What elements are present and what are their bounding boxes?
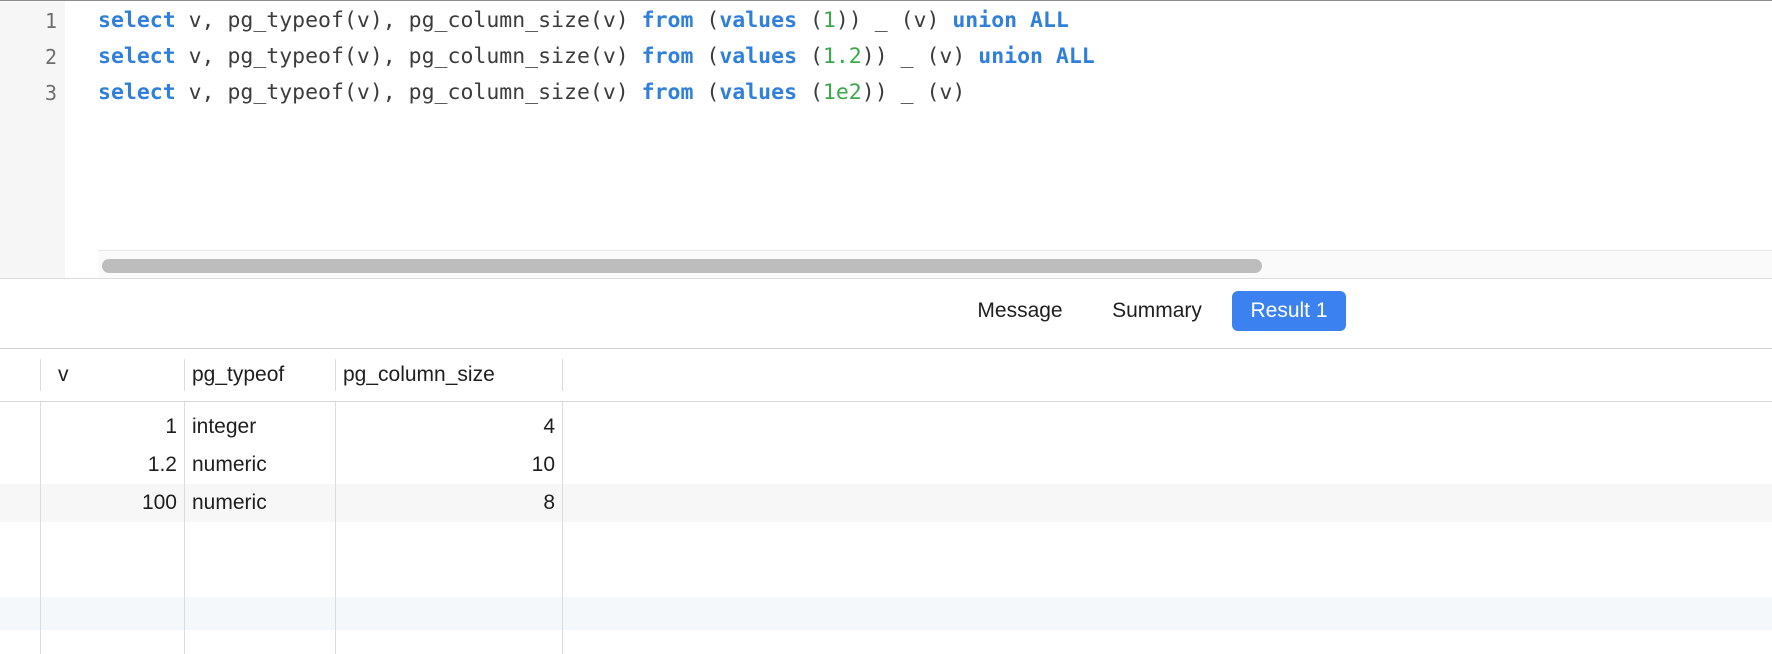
cell-pg-typeof[interactable]: numeric (185, 446, 335, 484)
cell-pg-column-size[interactable]: 4 (336, 408, 562, 446)
sql-keyword: select (98, 80, 176, 105)
cell-v[interactable]: 1.2 (41, 446, 184, 484)
cell-pg-column-size[interactable]: 10 (336, 446, 562, 484)
result-grid: v pg_typeof pg_column_size 1 integer 4 1… (0, 349, 1772, 654)
cell-v[interactable]: 1 (41, 408, 184, 446)
column-header-v[interactable]: v (51, 359, 181, 391)
column-gridline (335, 402, 336, 654)
sql-text: ( (797, 8, 823, 33)
grid-header: v pg_typeof pg_column_size (0, 349, 1772, 402)
sql-text: ( (693, 8, 720, 33)
sql-keyword: values (719, 8, 798, 33)
sql-text: )) _ (v) (835, 8, 953, 33)
tab-message[interactable]: Message (960, 291, 1080, 331)
cell-pg-typeof[interactable]: numeric (185, 484, 335, 522)
horizontal-scrollbar[interactable] (98, 250, 1772, 279)
sql-keyword: values (719, 44, 798, 69)
sql-keyword: from (641, 8, 694, 33)
code-line[interactable]: select v, pg_typeof(v), pg_column_size(v… (98, 39, 1095, 75)
sql-text: ( (797, 44, 823, 69)
column-divider[interactable] (562, 359, 563, 391)
line-number: 1 (44, 9, 57, 33)
code-line[interactable]: select v, pg_typeof(v), pg_column_size(v… (98, 3, 1069, 39)
sql-text: )) _ (v) (861, 80, 966, 105)
sql-text: ( (693, 80, 720, 105)
column-gridline (562, 402, 563, 654)
sql-number-literal: 1 (822, 8, 836, 33)
table-row[interactable]: 100 numeric 8 (0, 484, 1772, 522)
sql-client-window: 1 2 3 select v, pg_typeof(v), pg_column_… (0, 0, 1772, 654)
result-tabs-bar: Message Summary Result 1 (0, 278, 1772, 349)
column-gridline (184, 402, 185, 654)
code-line[interactable]: select v, pg_typeof(v), pg_column_size(v… (98, 75, 965, 111)
sql-editor[interactable]: 1 2 3 select v, pg_typeof(v), pg_column_… (0, 0, 1772, 279)
sql-keyword: values (719, 80, 798, 105)
line-number: 2 (44, 45, 57, 69)
table-row[interactable]: 1.2 numeric 10 (0, 446, 1772, 484)
tab-summary[interactable]: Summary (1098, 291, 1216, 331)
sql-text: )) _ (v) (861, 44, 979, 69)
sql-keyword: select (98, 8, 176, 33)
line-number: 3 (44, 81, 57, 105)
line-number-gutter: 1 2 3 (0, 1, 65, 278)
column-divider[interactable] (40, 359, 41, 391)
tab-result-1[interactable]: Result 1 (1232, 291, 1346, 331)
sql-keyword: union ALL (952, 8, 1069, 33)
sql-number-literal: 1.2 (822, 44, 862, 69)
sql-keyword: union ALL (978, 44, 1095, 69)
column-header-pg-typeof[interactable]: pg_typeof (185, 359, 334, 391)
empty-row (0, 597, 1772, 630)
sql-text: ( (797, 80, 823, 105)
cell-pg-typeof[interactable]: integer (185, 408, 335, 446)
cell-pg-column-size[interactable]: 8 (336, 484, 562, 522)
sql-text: ( (693, 44, 720, 69)
sql-keyword: select (98, 44, 176, 69)
sql-text: v, pg_typeof(v), pg_column_size(v) (175, 44, 642, 69)
column-header-pg-column-size[interactable]: pg_column_size (336, 359, 562, 391)
sql-keyword: from (641, 80, 694, 105)
column-gridline (40, 402, 41, 654)
sql-keyword: from (641, 44, 694, 69)
sql-text: v, pg_typeof(v), pg_column_size(v) (175, 8, 642, 33)
table-row[interactable]: 1 integer 4 (0, 408, 1772, 446)
sql-text: v, pg_typeof(v), pg_column_size(v) (175, 80, 642, 105)
scrollbar-thumb[interactable] (102, 259, 1262, 273)
cell-v[interactable]: 100 (41, 484, 184, 522)
sql-number-literal: 1e2 (822, 80, 862, 105)
